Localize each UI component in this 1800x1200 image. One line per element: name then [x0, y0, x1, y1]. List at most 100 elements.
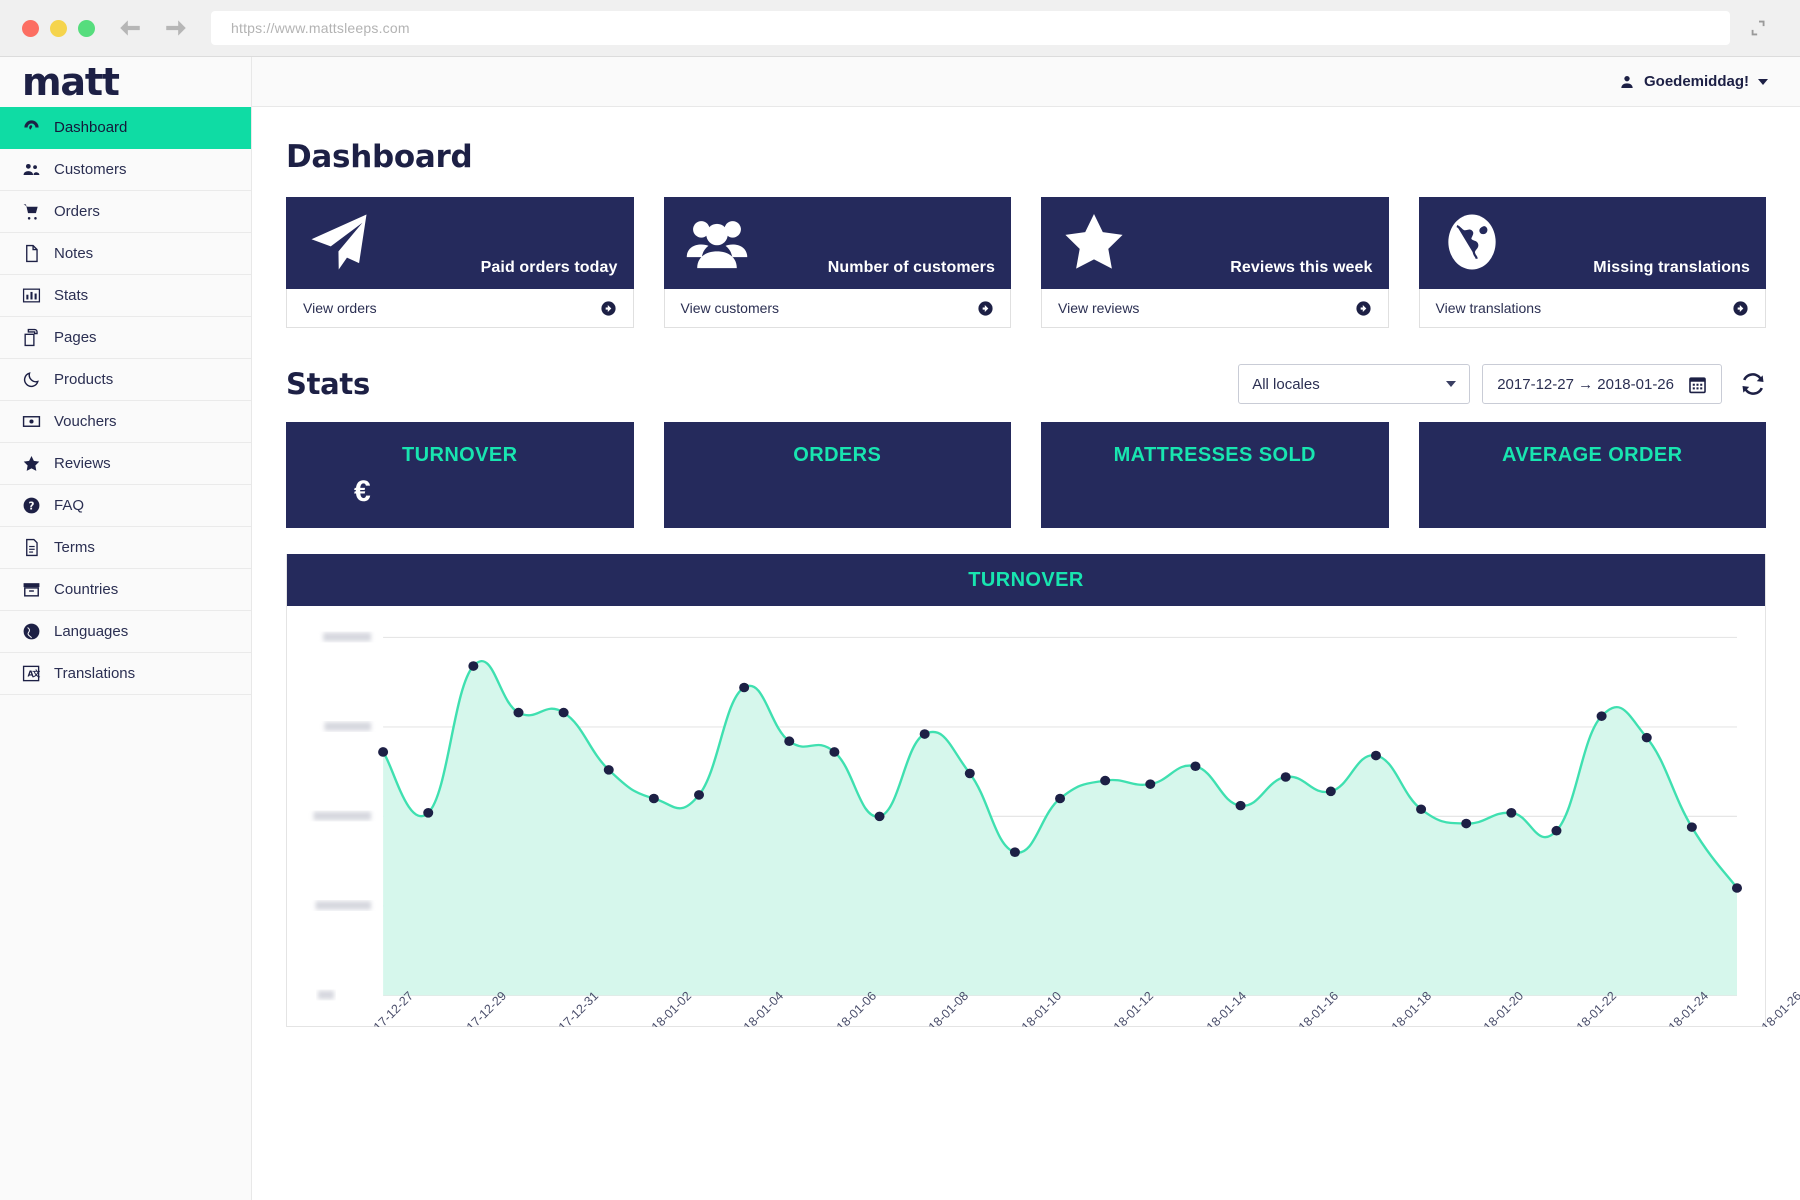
locale-select[interactable]: All locales [1238, 364, 1470, 404]
chart-data-point [1281, 772, 1291, 782]
sidebar-item-countries[interactable]: Countries [0, 569, 251, 611]
chart-data-point [920, 729, 930, 739]
star-icon [22, 454, 41, 473]
sidebar-item-label: Reviews [54, 455, 111, 472]
kpi-card-row: Paid orders today View orders Number of … [286, 197, 1766, 328]
kpi-card-link[interactable]: View reviews [1041, 289, 1389, 328]
user-menu[interactable]: Goedemiddag! [1619, 73, 1768, 90]
kpi-card-link-label: View translations [1436, 300, 1542, 316]
chart-data-point [1371, 751, 1381, 761]
sidebar-nav: Dashboard Customers Orders Notes Stats P [0, 107, 251, 695]
sidebar-item-vouchers[interactable]: Vouchers [0, 401, 251, 443]
y-axis-tick-label-masked [316, 901, 371, 910]
star-icon [1059, 209, 1129, 275]
sidebar-item-label: FAQ [54, 497, 84, 514]
bar-chart-icon [22, 286, 41, 305]
dashboard-icon [22, 118, 41, 137]
sidebar-item-faq[interactable]: ? FAQ [0, 485, 251, 527]
sidebar-item-products[interactable]: Products [0, 359, 251, 401]
stat-tile-title: AVERAGE ORDER [1502, 444, 1682, 467]
svg-text:文: 文 [32, 669, 40, 679]
cart-icon [22, 202, 41, 221]
stat-tile-value: € [354, 475, 371, 509]
expand-icon[interactable] [1748, 17, 1778, 39]
sidebar-item-label: Dashboard [54, 119, 127, 136]
app-shell: matt Dashboard Customers Orders Notes St… [0, 57, 1800, 1200]
chart-data-point [965, 769, 975, 779]
chart-data-point [1326, 787, 1336, 797]
sidebar-item-translations[interactable]: A文 Translations [0, 653, 251, 695]
stat-tile-mattresses-sold[interactable]: MATTRESSES SOLD [1041, 422, 1389, 528]
y-axis-tick-label-masked [323, 633, 371, 642]
maximize-window-button[interactable] [78, 20, 95, 37]
sidebar-item-reviews[interactable]: Reviews [0, 443, 251, 485]
sidebar-item-orders[interactable]: Orders [0, 191, 251, 233]
sidebar-item-notes[interactable]: Notes [0, 233, 251, 275]
greeting-text: Goedemiddag! [1644, 73, 1749, 90]
date-range-picker[interactable]: 2017-12-27 → 2018-01-26 [1482, 364, 1722, 404]
close-window-button[interactable] [22, 20, 39, 37]
kpi-card-body: Reviews this week [1041, 197, 1389, 289]
arrow-right-icon[interactable] [163, 15, 189, 41]
minimize-window-button[interactable] [50, 20, 67, 37]
sidebar: matt Dashboard Customers Orders Notes St… [0, 57, 252, 1200]
users-group-icon [682, 209, 752, 275]
kpi-card-link[interactable]: View translations [1419, 289, 1767, 328]
stat-tile-title: MATTRESSES SOLD [1114, 444, 1316, 467]
chart-data-point [1551, 826, 1561, 836]
stat-tile-row: TURNOVER € ORDERS MATTRESSES SOLD AVERAG… [286, 422, 1766, 528]
stat-tile-orders[interactable]: ORDERS [664, 422, 1012, 528]
kpi-card-body: Paid orders today [286, 197, 634, 289]
users-icon [22, 160, 41, 179]
stats-controls: All locales 2017-12-27 → 2018-01-26 [1238, 364, 1766, 404]
kpi-card-link[interactable]: View orders [286, 289, 634, 328]
chart-data-point [1236, 801, 1246, 811]
arrow-left-icon[interactable] [117, 15, 143, 41]
window-traffic-lights [22, 20, 95, 37]
topbar: Goedemiddag! [252, 57, 1800, 107]
chart-data-point [468, 661, 478, 671]
kpi-card-label: Reviews this week [1230, 259, 1372, 277]
url-bar[interactable]: https://www.mattsleeps.com [211, 11, 1730, 45]
url-text: https://www.mattsleeps.com [231, 20, 410, 36]
globe-icon [1437, 209, 1507, 275]
stat-tile-title: TURNOVER [402, 444, 517, 467]
chart-data-point [1687, 822, 1697, 832]
date-range-value: 2017-12-27 → 2018-01-26 [1497, 376, 1674, 393]
chart-data-point [1010, 847, 1020, 857]
translate-icon: A文 [22, 664, 41, 683]
sidebar-item-label: Products [54, 371, 113, 388]
kpi-card-reviews: Reviews this week View reviews [1041, 197, 1389, 328]
kpi-card-body: Missing translations [1419, 197, 1767, 289]
sidebar-item-pages[interactable]: Pages [0, 317, 251, 359]
stat-tile-turnover[interactable]: TURNOVER € [286, 422, 634, 528]
stat-tile-title: ORDERS [793, 444, 881, 467]
chart-data-point [1732, 883, 1742, 893]
sidebar-item-languages[interactable]: Languages [0, 611, 251, 653]
archive-icon [22, 580, 41, 599]
kpi-card-paid-orders: Paid orders today View orders [286, 197, 634, 328]
sidebar-item-dashboard[interactable]: Dashboard [0, 107, 251, 149]
arrow-circle-right-icon [1355, 300, 1372, 317]
sidebar-item-stats[interactable]: Stats [0, 275, 251, 317]
chart-data-point [513, 708, 523, 718]
kpi-card-link-label: View orders [303, 300, 377, 316]
copy-icon [22, 328, 41, 347]
chart-data-point [1145, 779, 1155, 789]
y-axis-tick-label-masked [325, 722, 372, 731]
sidebar-item-terms[interactable]: Terms [0, 527, 251, 569]
chart-data-point [559, 708, 569, 718]
chevron-down-icon [1446, 381, 1456, 387]
brand-logo[interactable]: matt [0, 57, 251, 107]
sidebar-item-label: Terms [54, 539, 95, 556]
refresh-icon[interactable] [1740, 371, 1766, 397]
chart-data-point [739, 683, 749, 693]
chart-data-point [829, 747, 839, 757]
kpi-card-link[interactable]: View customers [664, 289, 1012, 328]
sidebar-item-customers[interactable]: Customers [0, 149, 251, 191]
chart-data-point [875, 812, 885, 822]
kpi-card-customers: Number of customers View customers [664, 197, 1012, 328]
chart-data-point [1506, 808, 1516, 818]
stat-tile-average-order[interactable]: AVERAGE ORDER [1419, 422, 1767, 528]
chart-data-point [378, 747, 388, 757]
